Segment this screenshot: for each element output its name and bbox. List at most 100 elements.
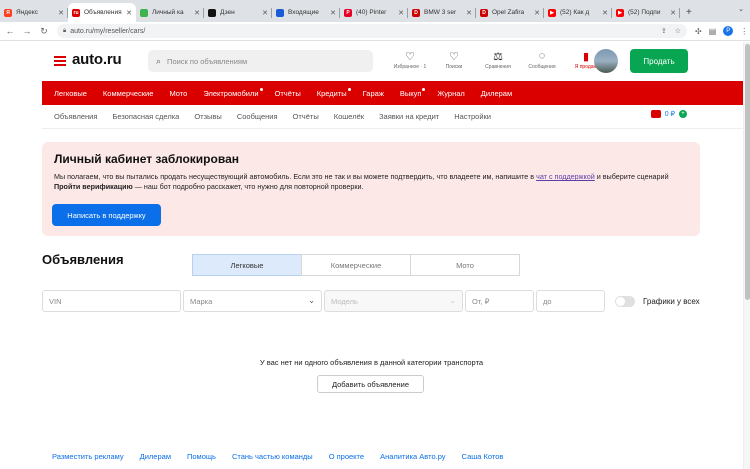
nav-item[interactable]: Кредиты: [317, 87, 351, 98]
browser-tab[interactable]: ▶ (52) Подпи ✕: [612, 3, 680, 22]
site-page: auto.ru ⌕ Поиск по объявлениям ♡ Избранно…: [0, 42, 743, 469]
wallet-topup-icon[interactable]: +: [679, 110, 687, 118]
tab-label: Личный ка: [152, 9, 184, 16]
burger-menu-icon[interactable]: [54, 56, 66, 68]
wallet-widget[interactable]: 0 ₽ +: [650, 110, 687, 118]
close-icon[interactable]: ✕: [194, 9, 200, 17]
browser-tab[interactable]: Входящие ✕: [272, 3, 340, 22]
tab-favicon-icon: ▶: [548, 8, 556, 17]
nav-item[interactable]: Коммерческие: [103, 89, 154, 98]
browser-tab[interactable]: Личный ка ✕: [136, 3, 204, 22]
filters-row: VIN Марка ⌄ Модель ⌄ От, ₽ до Графики у вс…: [42, 290, 700, 312]
footer-link[interactable]: Саша Котов: [462, 452, 504, 461]
nav-item[interactable]: Легковые: [54, 89, 87, 98]
nav-item[interactable]: Электромобили: [203, 87, 263, 98]
sub-nav-item[interactable]: Заявки на кредит: [379, 112, 439, 121]
close-icon[interactable]: ✕: [466, 9, 472, 17]
browser-tab[interactable]: D BMW 3 ser ✕: [408, 3, 476, 22]
compare-link[interactable]: ⚖ Сравнения: [478, 50, 518, 70]
forward-arrow-icon[interactable]: →: [20, 26, 34, 36]
vin-input[interactable]: VIN: [42, 290, 181, 312]
make-select[interactable]: Марка ⌄: [183, 290, 322, 312]
new-tab-button[interactable]: +: [680, 3, 698, 22]
sub-nav-item[interactable]: Кошелёк: [334, 112, 364, 121]
support-chat-link[interactable]: чат с поддержкой: [536, 172, 595, 181]
segment-tab[interactable]: Мото: [410, 254, 520, 276]
verification-scenario: Пройти верификацию: [54, 182, 133, 191]
tab-search-chevron-icon[interactable]: ⌄: [738, 5, 744, 13]
footer-link[interactable]: О проекте: [329, 452, 364, 461]
close-icon[interactable]: ✕: [670, 9, 676, 17]
site-logo[interactable]: auto.ru: [72, 51, 122, 68]
browser-toolbar: ← → ↻ 🔒︎ auto.ru/my/reseller/cars/ ⇪ ☆ ✣…: [0, 22, 750, 41]
sub-nav-item[interactable]: Отчёты: [293, 112, 319, 121]
nav-item[interactable]: Мото: [169, 89, 187, 98]
wallet-balance: 0 ₽: [664, 111, 675, 118]
page-scrollbar[interactable]: [743, 42, 750, 469]
nav-item[interactable]: Дилерам: [481, 89, 512, 98]
search-placeholder: Поиск по объявлениям: [167, 56, 248, 66]
write-support-button[interactable]: Написать в поддержку: [52, 204, 161, 226]
reading-list-icon[interactable]: ▤: [709, 27, 717, 36]
nav-item[interactable]: Журнал: [437, 89, 464, 98]
search-input[interactable]: ⌕ Поиск по объявлениям: [148, 50, 373, 72]
messages-link[interactable]: ◌ Сообщения: [522, 50, 562, 70]
close-icon[interactable]: ✕: [262, 9, 268, 17]
close-icon[interactable]: ✕: [602, 9, 608, 17]
back-arrow-icon[interactable]: ←: [3, 26, 17, 36]
footer-link[interactable]: Аналитика Авто.ру: [380, 452, 445, 461]
sub-nav-item[interactable]: Объявления: [54, 112, 97, 121]
header-icons: ♡ Избранное · 1 ♡ Поиски ⚖ Сравнения ◌ Сообщени…: [390, 50, 606, 70]
segment-tab[interactable]: Легковые: [192, 254, 302, 276]
sub-nav-item[interactable]: Настройки: [454, 112, 491, 121]
browser-tab[interactable]: ru Объявления ✕: [68, 3, 136, 22]
scrollbar-thumb[interactable]: [745, 44, 750, 300]
price-to-input[interactable]: до: [536, 290, 605, 312]
profile-avatar[interactable]: P: [723, 26, 734, 36]
tab-favicon-icon: P: [344, 8, 352, 17]
add-ad-button[interactable]: Добавить объявление: [317, 375, 424, 393]
share-icon[interactable]: ⇪: [661, 27, 667, 35]
footer-link[interactable]: Стань частью команды: [232, 452, 313, 461]
nav-item[interactable]: Гараж: [363, 89, 384, 98]
tab-label: Яндекс: [16, 9, 38, 16]
nav-item[interactable]: Выкуп: [400, 87, 426, 98]
sub-nav-item[interactable]: Сообщения: [237, 112, 278, 121]
segment-tab[interactable]: Коммерческие: [301, 254, 411, 276]
url-text: auto.ru/my/reseller/cars/: [70, 27, 146, 35]
extensions-icon[interactable]: ✣: [695, 27, 702, 36]
favorites-icon: ♡: [405, 51, 415, 63]
wallet-icon: [650, 110, 661, 118]
searches-link[interactable]: ♡ Поиски: [434, 50, 474, 70]
charts-toggle[interactable]: [615, 295, 635, 307]
close-icon[interactable]: ✕: [58, 9, 64, 17]
browser-tab[interactable]: ▶ (52) Как д ✕: [544, 3, 612, 22]
favorites-link[interactable]: ♡ Избранное · 1: [390, 50, 430, 70]
tab-label: (52) Как д: [560, 9, 590, 16]
browser-tab[interactable]: D Opel Zafira ✕: [476, 3, 544, 22]
browser-tab[interactable]: Дзен ✕: [204, 3, 272, 22]
footer-link[interactable]: Помощь: [187, 452, 216, 461]
price-from-input[interactable]: От, ₽: [465, 290, 534, 312]
tab-favicon-icon: ru: [72, 8, 80, 17]
tab-label: Дзен: [220, 9, 235, 16]
address-bar[interactable]: 🔒︎ auto.ru/my/reseller/cars/ ⇪ ☆: [57, 24, 687, 38]
sub-nav-item[interactable]: Безопасная сделка: [112, 112, 179, 121]
new-badge-dot: [347, 87, 351, 91]
user-avatar[interactable]: [594, 49, 618, 73]
reload-icon[interactable]: ↻: [37, 26, 51, 37]
close-icon[interactable]: ✕: [398, 9, 404, 17]
close-icon[interactable]: ✕: [534, 9, 540, 17]
footer-link[interactable]: Разместить рекламу: [52, 452, 124, 461]
sub-nav-item[interactable]: Отзывы: [194, 112, 221, 121]
browser-tab[interactable]: P (40) Pinter ✕: [340, 3, 408, 22]
menu-dots-icon[interactable]: ⋮: [740, 27, 748, 36]
close-icon[interactable]: ✕: [330, 9, 336, 17]
close-icon[interactable]: ✕: [126, 9, 132, 17]
bookmark-star-icon[interactable]: ☆: [675, 27, 681, 35]
browser-tab[interactable]: Я Яндекс ✕: [0, 3, 68, 22]
footer-link[interactable]: Дилерам: [140, 452, 171, 461]
tab-favicon-icon: D: [412, 8, 420, 17]
nav-item[interactable]: Отчёты: [275, 89, 301, 98]
sell-button[interactable]: Продать: [630, 49, 688, 73]
